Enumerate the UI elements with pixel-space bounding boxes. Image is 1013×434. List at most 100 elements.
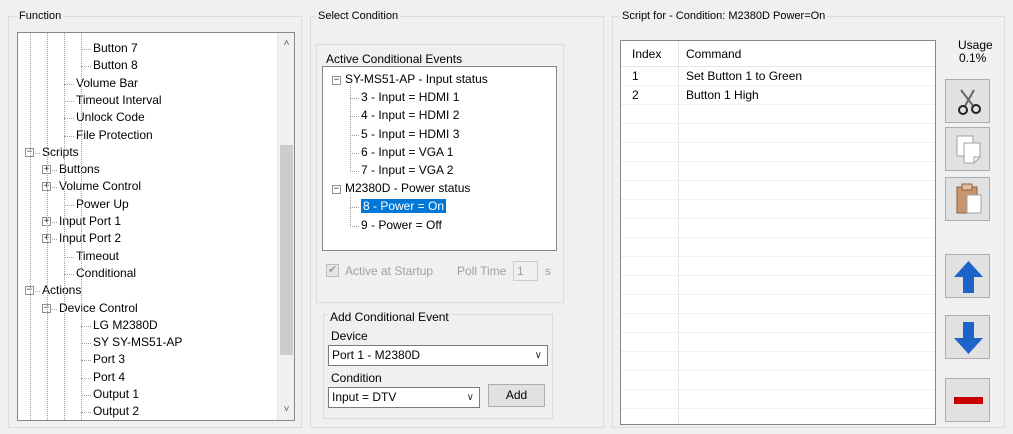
- function-tree-scrollbar[interactable]: ˄ ˅: [277, 33, 294, 420]
- function-tree-item[interactable]: LG M2380D: [93, 317, 158, 334]
- tree-guide: [64, 33, 65, 420]
- scroll-up-icon[interactable]: ˄: [278, 35, 294, 52]
- table-row[interactable]: [621, 409, 935, 424]
- table-row[interactable]: 2 Button 1 High: [621, 86, 935, 105]
- function-tree-item[interactable]: Output 1: [93, 386, 139, 403]
- function-tree-item[interactable]: Button 8: [93, 57, 138, 74]
- function-tree-item[interactable]: Volume Bar: [76, 75, 138, 92]
- active-at-startup-checkbox[interactable]: ✔: [326, 264, 339, 277]
- tree-guide: [47, 33, 48, 420]
- chevron-down-icon: ∨: [534, 350, 542, 361]
- condition-select[interactable]: Input = DTV ∨: [328, 387, 480, 408]
- table-row[interactable]: [621, 238, 935, 257]
- arrow-down-icon: [954, 322, 983, 354]
- command-cell: Button 1 High: [686, 88, 759, 102]
- function-tree-item[interactable]: Device Control: [59, 300, 138, 317]
- poll-time-unit: s: [545, 264, 551, 278]
- condition-label: Condition: [331, 371, 382, 385]
- table-row[interactable]: [621, 257, 935, 276]
- condition-label: M2380D - Power status: [345, 181, 471, 196]
- poll-time-input[interactable]: 1: [513, 261, 538, 281]
- function-tree-item[interactable]: Port 4: [93, 369, 125, 386]
- collapse-icon[interactable]: −: [332, 76, 341, 85]
- tree-connector: [350, 207, 359, 209]
- tree-guide: [30, 33, 31, 420]
- add-button[interactable]: Add: [488, 384, 545, 407]
- condition-item[interactable]: 4 - Input = HDMI 2: [361, 107, 459, 124]
- column-header-command[interactable]: Command: [686, 45, 741, 64]
- usage-label: Usage: [958, 38, 993, 52]
- condition-item[interactable]: 9 - Power = Off: [361, 217, 442, 234]
- table-row[interactable]: [621, 371, 935, 390]
- move-down-button[interactable]: [945, 315, 990, 359]
- copy-button[interactable]: [945, 127, 990, 171]
- condition-group[interactable]: SY-MS51-AP - Input status: [345, 71, 488, 88]
- table-row[interactable]: [621, 295, 935, 314]
- tree-connector: [81, 343, 91, 345]
- scrollbar-thumb[interactable]: [280, 145, 293, 355]
- scroll-down-icon[interactable]: ˅: [278, 401, 294, 418]
- condition-item[interactable]: 8 - Power = On: [359, 198, 448, 215]
- paste-button[interactable]: [945, 177, 990, 221]
- condition-label: 6 - Input = VGA 1: [361, 144, 454, 159]
- function-tree-item[interactable]: Input Port 1: [59, 213, 121, 230]
- column-header-index[interactable]: Index: [632, 45, 661, 64]
- table-row[interactable]: [621, 162, 935, 181]
- condition-item[interactable]: 5 - Input = HDMI 3: [361, 126, 459, 143]
- tree-guide: [81, 33, 82, 420]
- usage-value: 0.1%: [959, 51, 987, 65]
- function-tree-item[interactable]: Volume Control: [59, 178, 141, 195]
- function-tree-item[interactable]: Conditional: [76, 265, 136, 282]
- condition-item[interactable]: 3 - Input = HDMI 1: [361, 89, 459, 106]
- function-tree-item[interactable]: Output 2: [93, 403, 139, 420]
- function-tree-item[interactable]: Buttons: [59, 161, 100, 178]
- chevron-down-icon: ∨: [466, 392, 474, 403]
- function-tree-item[interactable]: Unlock Code: [76, 109, 145, 126]
- delete-button[interactable]: [945, 378, 990, 422]
- condition-label: 3 - Input = HDMI 1: [361, 90, 460, 105]
- tree-guide: [350, 194, 351, 227]
- tree-connector: [81, 360, 91, 362]
- paste-icon: [956, 183, 982, 214]
- tree-connector: [64, 118, 74, 120]
- function-tree-item[interactable]: Button 7: [93, 40, 138, 57]
- condition-item[interactable]: 6 - Input = VGA 1: [361, 144, 453, 161]
- table-row[interactable]: [621, 105, 935, 124]
- table-row[interactable]: [621, 219, 935, 238]
- function-tree-item[interactable]: File Protection: [76, 127, 153, 144]
- function-tree-item[interactable]: Timeout: [76, 248, 119, 265]
- tree-connector: [81, 325, 91, 327]
- function-tree-item[interactable]: Input Port 2: [59, 230, 121, 247]
- device-select[interactable]: Port 1 - M2380D ∨: [328, 345, 548, 366]
- collapse-icon[interactable]: −: [332, 185, 341, 195]
- grid-header: Index Command: [621, 41, 935, 67]
- function-tree-item[interactable]: Timeout Interval: [76, 92, 162, 109]
- table-row[interactable]: [621, 124, 935, 143]
- conditional-events-tree[interactable]: − SY-MS51-AP - Input status 3 - Input = HD…: [322, 66, 557, 251]
- condition-group[interactable]: M2380D - Power status: [345, 180, 470, 197]
- table-row[interactable]: [621, 200, 935, 219]
- table-row[interactable]: 1 Set Button 1 to Green: [621, 67, 935, 86]
- move-up-button[interactable]: [945, 254, 990, 298]
- table-row[interactable]: [621, 181, 935, 200]
- active-at-startup-label: Active at Startup: [345, 264, 434, 278]
- function-tree-item[interactable]: SY SY-MS51-AP: [93, 334, 182, 351]
- table-row[interactable]: [621, 276, 935, 295]
- script-command-grid[interactable]: Index Command 1 Set Button 1 to Green 2 But…: [620, 40, 936, 425]
- function-tree[interactable]: Button 7 Button 8 Volume Bar Timeout Interv…: [17, 32, 295, 421]
- table-row[interactable]: [621, 333, 935, 352]
- tree-connector: [350, 152, 359, 154]
- script-panel-title: Script for - Condition: M2380D Power=On: [620, 10, 828, 22]
- tree-connector: [64, 204, 74, 206]
- add-event-title: Add Conditional Event: [328, 310, 451, 324]
- table-row[interactable]: [621, 390, 935, 409]
- table-row[interactable]: [621, 352, 935, 371]
- cut-button[interactable]: [945, 79, 990, 123]
- index-cell: 2: [632, 88, 639, 102]
- function-tree-item[interactable]: Power Up: [76, 196, 129, 213]
- condition-item[interactable]: 7 - Input = VGA 2: [361, 162, 453, 179]
- table-row[interactable]: [621, 314, 935, 333]
- tree-connector: [81, 412, 91, 414]
- function-tree-item[interactable]: Port 3: [93, 351, 125, 368]
- table-row[interactable]: [621, 143, 935, 162]
